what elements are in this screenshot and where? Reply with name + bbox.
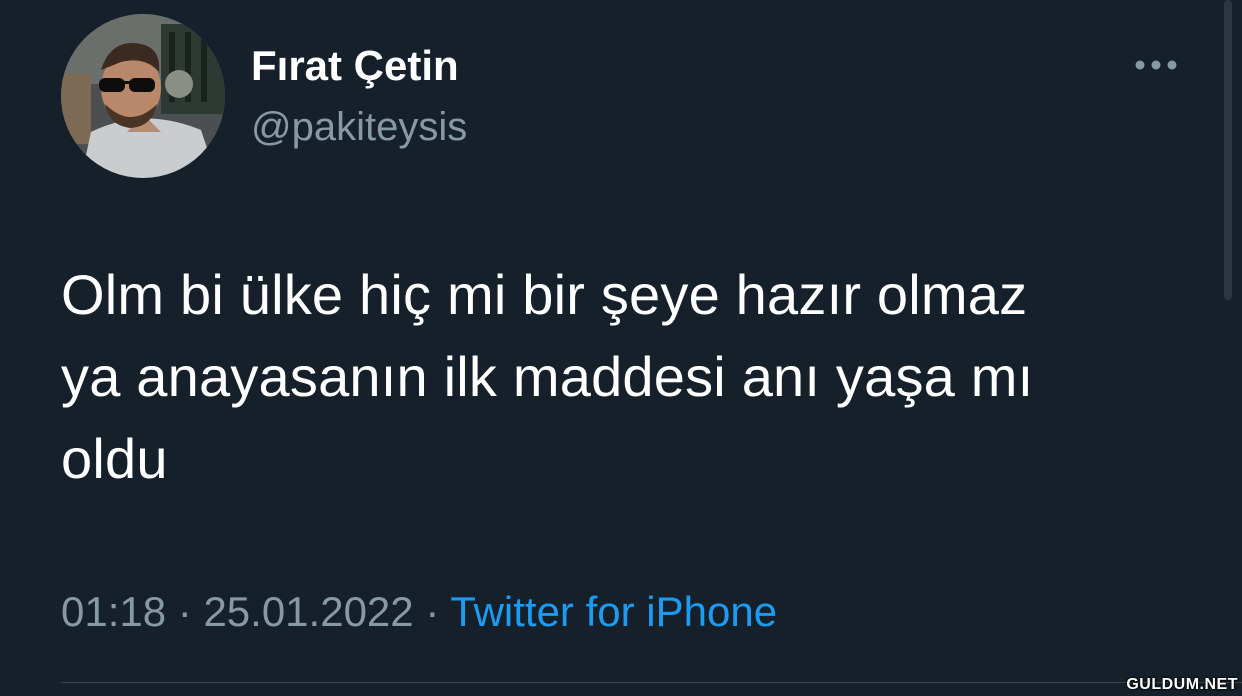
divider <box>61 682 1242 683</box>
author-display-name[interactable]: Fırat Çetin <box>251 41 459 91</box>
avatar-photo <box>61 14 225 178</box>
tweet-text: Olm bi ülke hiç mi bir şeye hazır olmaz … <box>61 254 1201 500</box>
tweet-time[interactable]: 01:18 <box>61 588 166 635</box>
author-handle[interactable]: @pakiteysis <box>251 103 467 151</box>
more-horizontal-icon <box>1135 60 1177 70</box>
tweet-meta: 01:18 · 25.01.2022 · Twitter for iPhone <box>61 586 777 638</box>
tweet-date[interactable]: 25.01.2022 <box>203 588 413 635</box>
more-options-button[interactable] <box>1128 50 1184 80</box>
meta-separator: · <box>166 588 204 635</box>
watermark: GULDUM.NET <box>1126 676 1238 693</box>
tweet-source-link[interactable]: Twitter for iPhone <box>450 588 777 635</box>
tweet-text-line: ya anayasanın ilk maddesi anı yaşa mı <box>61 345 1034 408</box>
scrollbar[interactable] <box>1224 0 1232 300</box>
tweet-text-line: Olm bi ülke hiç mi bir şeye hazır olmaz <box>61 263 1028 326</box>
tweet-text-line: oldu <box>61 427 168 490</box>
avatar[interactable] <box>61 14 225 178</box>
meta-separator: · <box>413 588 451 635</box>
